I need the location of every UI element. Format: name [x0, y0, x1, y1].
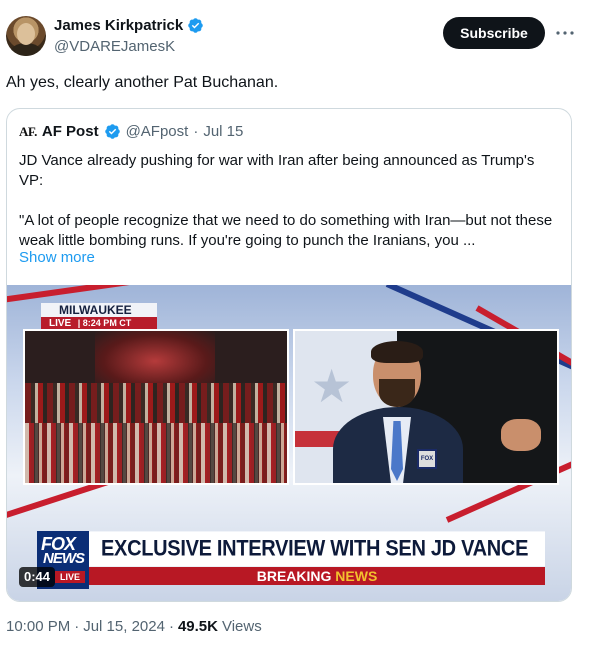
post-time[interactable]: 10:00 PM: [6, 618, 70, 635]
quoted-separator: ·: [193, 123, 199, 140]
subscribe-button[interactable]: Subscribe: [443, 17, 545, 49]
speaker-beard: [379, 379, 415, 407]
author-handle[interactable]: @VDAREJamesK: [54, 38, 175, 55]
tweet-text: Ah yes, clearly another Pat Buchanan.: [6, 74, 279, 91]
stage-light: [95, 331, 215, 391]
location-label: MILWAUKEE: [41, 303, 157, 317]
microphone-flag: FOX: [417, 449, 437, 469]
bg-stripe-red: [7, 285, 216, 305]
video-player[interactable]: ★ FOX MILWAUKEE LIVE | 8:24 PM CT EXCLUS…: [7, 285, 571, 601]
quoted-date[interactable]: Jul 15: [203, 123, 243, 140]
speaker-hand: [501, 419, 541, 451]
quoted-tweet-card[interactable]: AF. AF Post @AFpost · Jul 15 JD Vance al…: [6, 108, 572, 602]
quoted-author-name[interactable]: AF Post: [42, 123, 99, 140]
avatar[interactable]: [6, 16, 46, 56]
news-label: NEWS: [335, 568, 378, 584]
video-duration-badge: 0:44: [19, 567, 56, 587]
meta-separator-1: ·: [74, 618, 80, 635]
live-divider: |: [77, 318, 81, 328]
video-left-panel-crowd: [23, 329, 289, 485]
live-time-bar: LIVE | 8:24 PM CT: [41, 317, 157, 329]
crowd-foreground: [25, 423, 287, 483]
location-bug: MILWAUKEE LIVE | 8:24 PM CT: [41, 303, 157, 329]
quoted-author-handle[interactable]: @AFpost: [126, 123, 189, 140]
verified-badge-icon[interactable]: [187, 17, 204, 34]
video-right-panel-speaker: ★ FOX: [293, 329, 559, 485]
speaker-hair: [371, 341, 423, 363]
af-post-logo: AF.: [19, 123, 37, 139]
news-chyron: EXCLUSIVE INTERVIEW WITH SEN JD VANCE BR…: [7, 531, 571, 593]
views-count: 49.5K: [177, 618, 218, 635]
more-horizontal-icon[interactable]: [553, 21, 577, 45]
chyron-headline: EXCLUSIVE INTERVIEW WITH SEN JD VANCE: [89, 531, 545, 567]
tweet-header: James Kirkpatrick @VDAREJamesK Subscribe: [6, 14, 586, 60]
live-time: 8:24 PM CT: [82, 318, 132, 328]
quoted-paragraph-2: "A lot of people recognize that we need …: [19, 212, 553, 249]
author-display-name[interactable]: James Kirkpatrick: [54, 17, 183, 34]
quoted-tweet-header: AF. AF Post @AFpost · Jul 15: [19, 123, 243, 140]
breaking-label: BREAKING: [256, 568, 332, 584]
avatar-face: [17, 23, 35, 45]
post-date[interactable]: Jul 15, 2024: [83, 618, 165, 635]
fox-logo-line2: NEWS: [43, 550, 85, 567]
meta-separator-2: ·: [168, 618, 174, 635]
quoted-verified-badge-icon: [104, 124, 120, 139]
author-name-row: James Kirkpatrick: [54, 17, 204, 34]
breaking-news-bar: BREAKING NEWS: [89, 567, 545, 585]
views-label: Views: [221, 618, 262, 635]
live-label: LIVE: [49, 318, 72, 329]
fox-logo-live: LIVE: [55, 571, 85, 583]
quoted-paragraph-1: JD Vance already pushing for war with Ir…: [19, 152, 535, 189]
tweet-metadata: 10:00 PM · Jul 15, 2024 · 49.5K Views: [6, 618, 262, 635]
star-graphic: ★: [311, 360, 353, 412]
quoted-tweet-body: JD Vance already pushing for war with Ir…: [19, 151, 559, 251]
show-more-link[interactable]: Show more: [19, 249, 95, 266]
